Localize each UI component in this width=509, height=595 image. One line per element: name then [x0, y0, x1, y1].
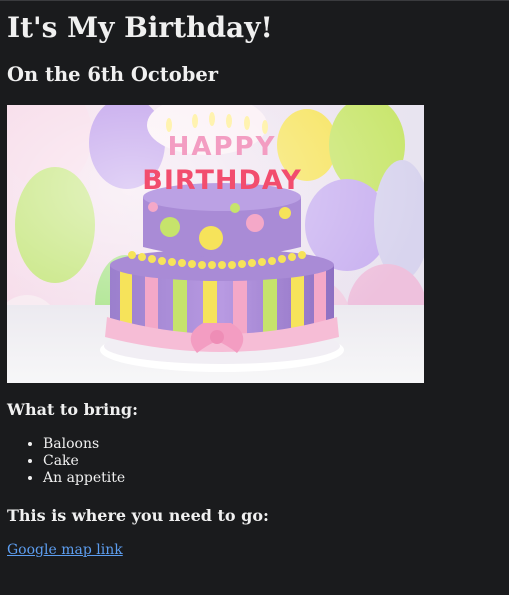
list-item: An appetite: [43, 470, 125, 487]
topper-birthday: BIRTHDAY: [142, 165, 302, 196]
list-item: Baloons: [43, 436, 125, 453]
what-to-bring-heading: What to bring:: [7, 400, 138, 419]
list-item: Cake: [43, 453, 125, 470]
page-subtitle: On the 6th October: [7, 63, 219, 86]
page: It's My Birthday! On the 6th October HAP…: [0, 0, 509, 595]
directions-heading: This is where you need to go:: [7, 506, 269, 525]
page-title: It's My Birthday!: [7, 11, 273, 44]
birthday-cake-image: HAPPY BIRTHDAY: [7, 105, 424, 383]
topper-happy: HAPPY: [168, 132, 277, 162]
google-map-link[interactable]: Google map link: [7, 541, 123, 559]
bring-list: Baloons Cake An appetite: [0, 436, 125, 487]
